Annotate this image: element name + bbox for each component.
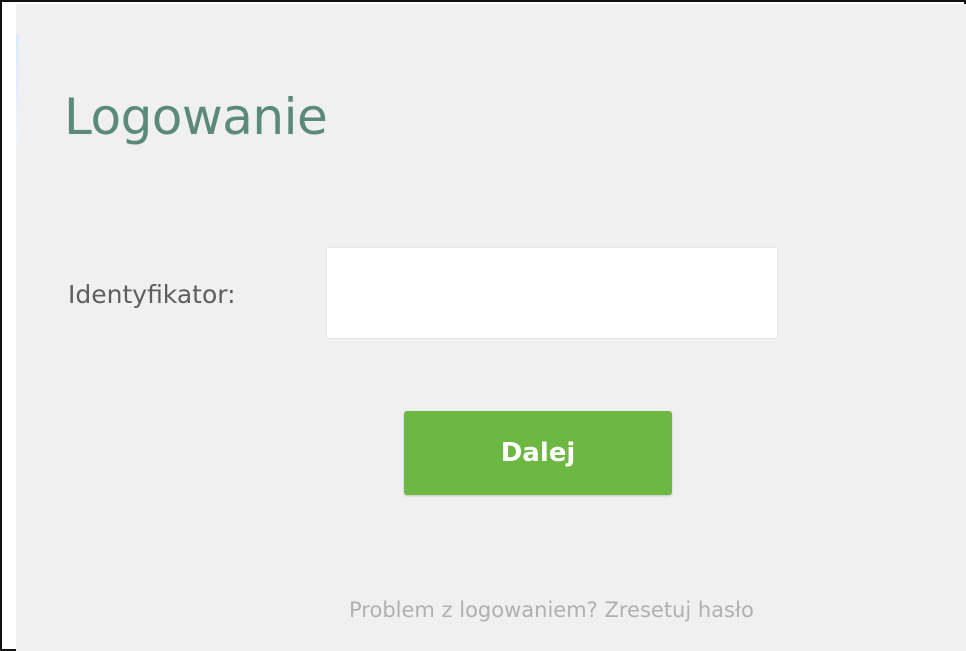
panel-edge-accent: [16, 34, 19, 144]
page-title: Logowanie: [64, 88, 328, 146]
login-panel: Logowanie Identyfikator: Dalej Problem z…: [16, 4, 966, 651]
reset-password-link[interactable]: Problem z logowaniem? Zresetuj hasło: [349, 598, 754, 622]
screenshot-frame: Logowanie Identyfikator: Dalej Problem z…: [0, 0, 966, 651]
identifier-input[interactable]: [326, 247, 778, 339]
identifier-label: Identyfikator:: [68, 280, 236, 309]
next-button[interactable]: Dalej: [404, 411, 672, 495]
